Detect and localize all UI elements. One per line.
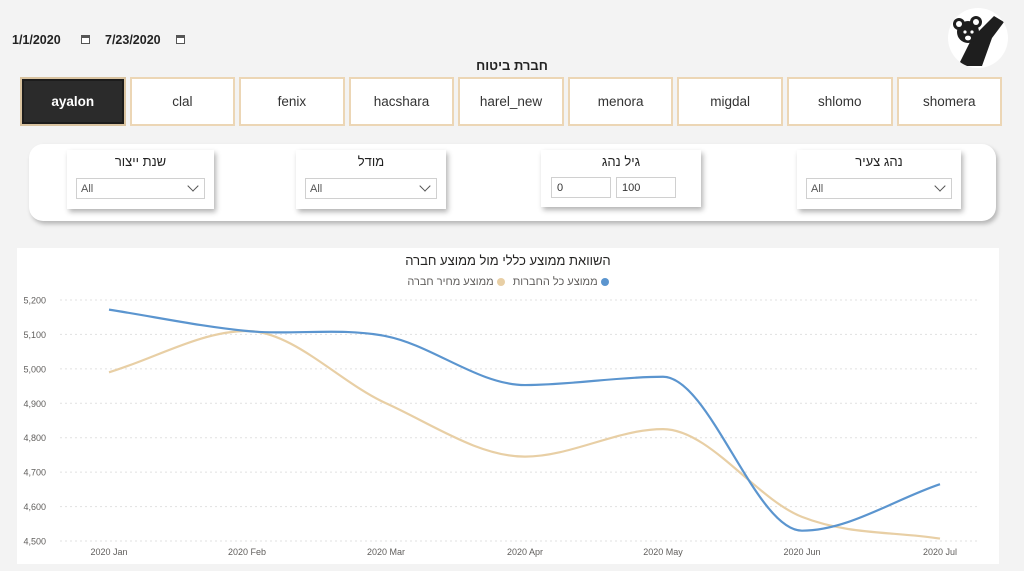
- y-tick-label: 4,700: [23, 468, 46, 478]
- x-tick-label: 2020 Feb: [228, 547, 266, 557]
- company-tab-ayalon[interactable]: ayalon: [20, 77, 126, 126]
- company-slicer-title: חברת ביטוח: [476, 58, 548, 73]
- year-filter-title: שנת ייצור: [114, 154, 167, 169]
- company-tab-fenix[interactable]: fenix: [239, 77, 345, 126]
- company-tab-menora[interactable]: menora: [567, 77, 674, 126]
- x-tick-label: 2020 May: [643, 547, 683, 557]
- year-filter: שנת ייצור All: [67, 150, 214, 209]
- model-dropdown-value: All: [310, 183, 323, 195]
- y-tick-label: 5,200: [23, 296, 46, 306]
- young-driver-dropdown-value: All: [811, 183, 824, 195]
- company-tab-migdal[interactable]: migdal: [677, 77, 783, 126]
- start-date[interactable]: 1/1/2020: [12, 33, 61, 47]
- driver-age-filter-title: גיל נהג: [601, 154, 641, 169]
- young-driver-dropdown[interactable]: All: [806, 178, 952, 199]
- calendar-icon[interactable]: [176, 35, 185, 44]
- company-tab-harel-new[interactable]: harel_new: [458, 77, 564, 126]
- x-tick-label: 2020 Mar: [367, 547, 405, 557]
- driver-age-filter: גיל נהג 0 100: [541, 150, 701, 207]
- young-driver-filter-title: נהג צעיר: [855, 154, 903, 169]
- y-tick-label: 4,900: [23, 399, 46, 409]
- series-line-company: [108, 329, 941, 540]
- driver-age-max-input[interactable]: 100: [616, 177, 676, 198]
- x-tick-label: 2020 Jan: [90, 547, 127, 557]
- end-date[interactable]: 7/23/2020: [105, 33, 161, 47]
- model-filter: מודל All: [296, 150, 446, 209]
- calendar-icon[interactable]: [81, 35, 90, 44]
- chevron-down-icon: [187, 180, 199, 192]
- x-tick-label: 2020 Apr: [507, 547, 543, 557]
- x-tick-label: 2020 Jul: [923, 547, 957, 557]
- young-driver-filter: נהג צעיר All: [797, 150, 961, 209]
- company-tab-shomera[interactable]: shomera: [896, 77, 1003, 126]
- y-tick-label: 5,100: [23, 330, 46, 340]
- year-dropdown-value: All: [81, 183, 94, 195]
- price-comparison-chart: השוואת ממוצע כללי מול ממוצע חברה ממוצע כ…: [17, 248, 999, 564]
- series-line-all-companies: [108, 308, 941, 532]
- company-tab-shlomo[interactable]: shlomo: [786, 77, 893, 126]
- x-tick-label: 2020 Jun: [783, 547, 820, 557]
- driver-age-min-input[interactable]: 0: [551, 177, 611, 198]
- chevron-down-icon: [934, 180, 946, 192]
- model-filter-title: מודל: [357, 154, 385, 169]
- company-slicer: ayalon clal fenix hacshara harel_new men…: [20, 77, 1003, 126]
- y-tick-label: 5,000: [23, 364, 46, 374]
- year-dropdown[interactable]: All: [76, 178, 205, 199]
- chart-plot: 4,500 4,600 4,700 4,800 4,900 5,000 5,100 5,200…: [23, 296, 979, 557]
- model-dropdown[interactable]: All: [305, 178, 437, 199]
- chevron-down-icon: [419, 180, 431, 192]
- y-tick-label: 4,500: [23, 537, 46, 547]
- company-tab-clal[interactable]: clal: [129, 77, 236, 126]
- company-tab-hacshara[interactable]: hacshara: [348, 77, 455, 126]
- y-tick-label: 4,600: [23, 502, 46, 512]
- y-tick-label: 4,800: [23, 433, 46, 443]
